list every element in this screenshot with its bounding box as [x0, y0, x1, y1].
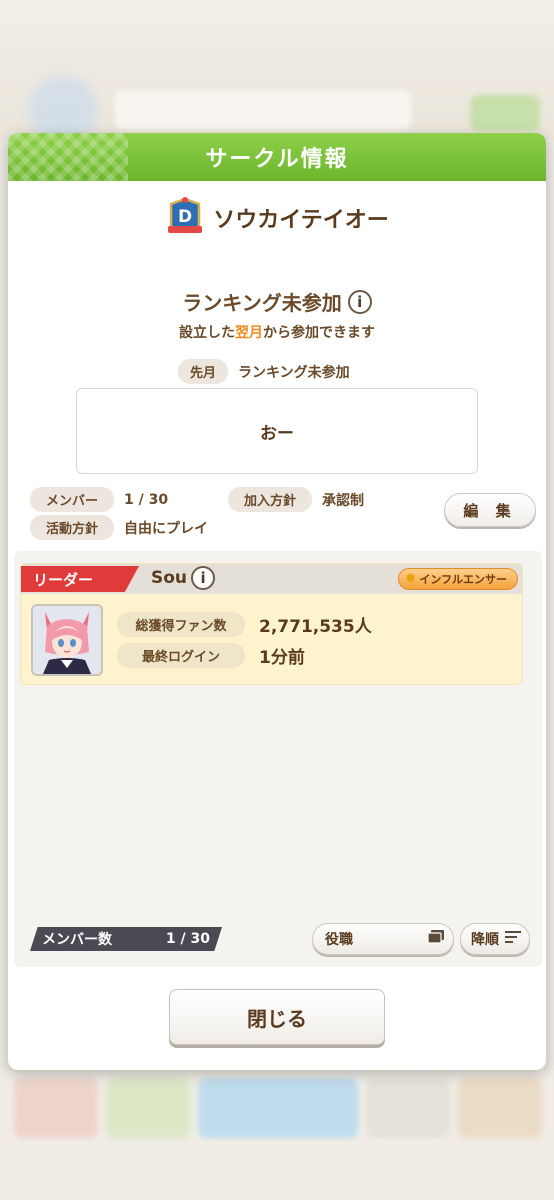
join-policy-value: 承認制 [322, 492, 364, 509]
leader-tag: リーダー [21, 566, 139, 592]
activity-row: 活動方針 自由にプレイ [30, 515, 208, 540]
sun-star-icon: ✹ [404, 571, 417, 587]
activity-value: 自由にプレイ [124, 520, 208, 537]
close-button[interactable]: 閉じる [169, 989, 385, 1045]
ranking-status: ランキング未参加 [182, 291, 342, 315]
member-count-label: メンバー数 [42, 932, 112, 948]
member-name-row: Sou i [151, 566, 216, 590]
ranking-info-icon[interactable]: i [347, 289, 372, 314]
sort-lines-icon [505, 931, 521, 947]
last-login-label: 最終ログイン [117, 643, 245, 668]
ranking-status-row: ランキング未参加 i [8, 287, 546, 316]
order-label: 降順 [471, 932, 499, 948]
member-count: メンバー数 1 / 30 [30, 927, 222, 951]
header-pattern [8, 133, 128, 181]
fans-row: 総獲得ファン数 2,771,535人 [117, 612, 372, 637]
members-row: メンバー 1 / 30 加入方針 承認制 [30, 487, 364, 512]
dialog-title: サークル情報 [205, 147, 349, 172]
last-login-row: 最終ログイン 1分前 [117, 643, 305, 668]
member-name: Sou [151, 568, 188, 588]
influencer-badge-label: インフルエンサー [419, 573, 507, 586]
last-month-row: 先月 ランキング未参加 [178, 359, 350, 384]
edit-button[interactable]: 編 集 [444, 493, 536, 527]
member-card[interactable]: リーダー Sou i ✹ インフルエンサー 総獲得ファン数 2,771,535人… [20, 563, 523, 685]
dialog-header: サークル情報 [8, 133, 546, 181]
member-info-icon[interactable]: i [191, 566, 216, 590]
ranking-note-highlight: 翌月 [235, 325, 263, 341]
members-value: 1 / 30 [124, 491, 169, 508]
fans-value: 2,771,535人 [259, 617, 372, 637]
last-month-value: ランキング未参加 [238, 364, 350, 381]
circle-info-dialog: サークル情報 D ソウカイテイオー ランキング未参加 i 設立した翌月から参加で… [8, 133, 546, 1070]
activity-label: 活動方針 [30, 515, 114, 540]
ranking-note: 設立した翌月から参加できます [8, 322, 546, 342]
club-name: ソウカイテイオー [213, 208, 389, 233]
members-label: メンバー [30, 487, 114, 512]
ranking-note-text: 設立した [179, 325, 235, 341]
order-toggle-button[interactable]: 降順 [460, 923, 530, 955]
ranking-note-text: から参加できます [263, 325, 375, 341]
fans-label: 総獲得ファン数 [117, 612, 245, 637]
member-list-panel: リーダー Sou i ✹ インフルエンサー 総獲得ファン数 2,771,535人… [14, 551, 542, 967]
circle-message: おー [76, 388, 478, 474]
role-sort-button[interactable]: 役職 [312, 923, 454, 955]
last-month-label: 先月 [178, 359, 229, 384]
club-name-row: D ソウカイテイオー [8, 196, 546, 240]
influencer-badge: ✹ インフルエンサー [397, 568, 518, 590]
svg-text:D: D [178, 207, 192, 227]
member-avatar [31, 604, 103, 676]
member-count-value: 1 / 30 [165, 931, 210, 947]
last-login-value: 1分前 [259, 648, 305, 668]
role-sort-label: 役職 [325, 932, 353, 948]
cards-icon [427, 930, 445, 948]
join-policy-label: 加入方針 [228, 487, 312, 512]
rank-emblem-icon: D [165, 196, 205, 240]
